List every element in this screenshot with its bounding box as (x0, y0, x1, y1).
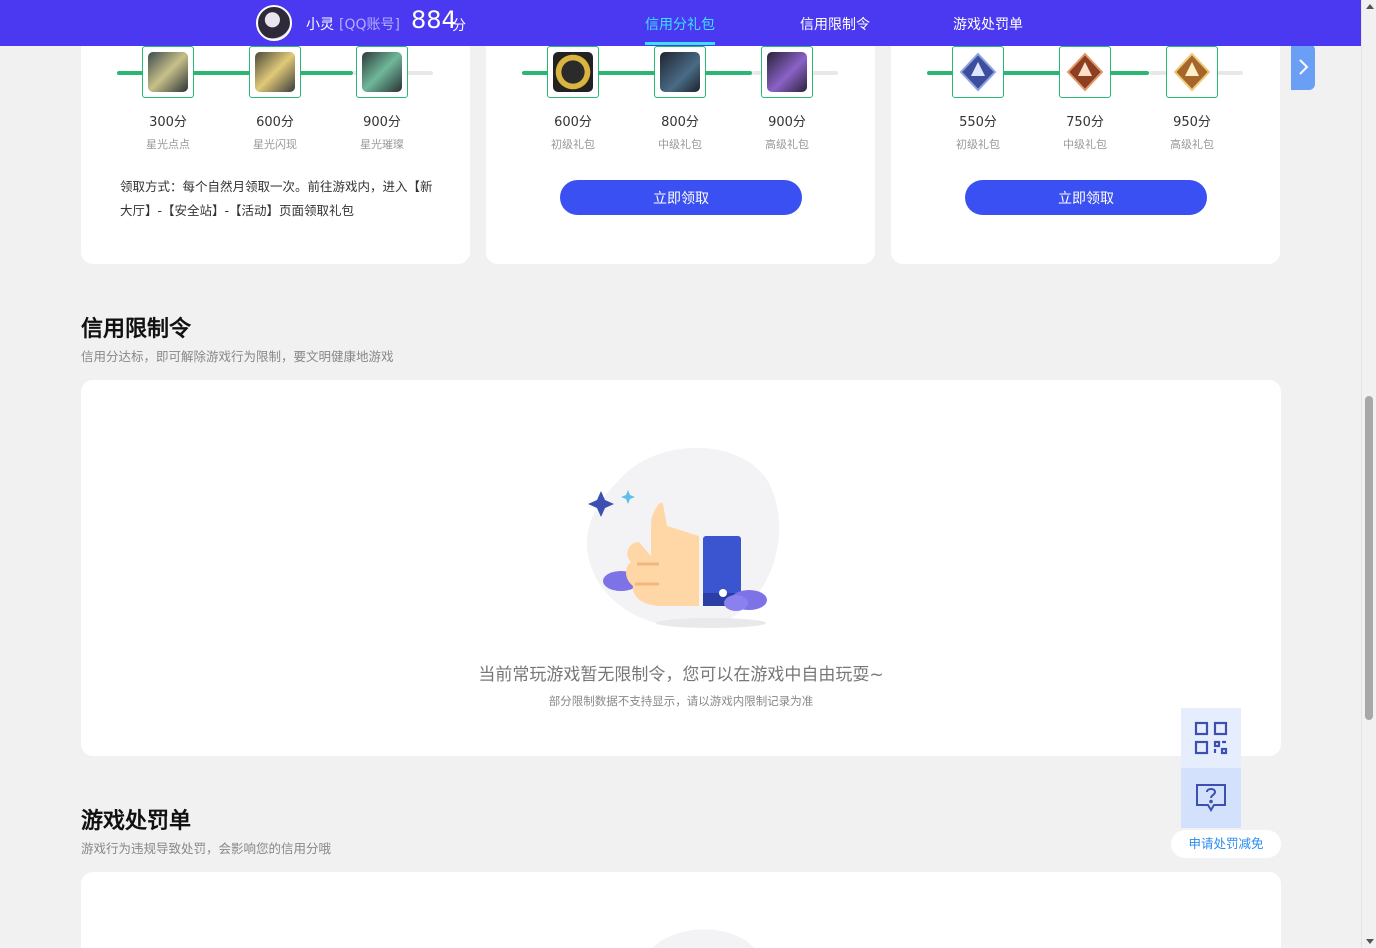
top-nav-bar: 小灵 [QQ账号] 884 分 信用分礼包 信用限制令 游戏处罚单 (0, 0, 1361, 46)
badge-gold-icon (1173, 52, 1211, 92)
badge-bronze-icon (1066, 52, 1104, 92)
restriction-panel: 当前常玩游戏暂无限制令，您可以在游戏中自由玩耍~ 部分限制数据不支持显示，请以游… (81, 380, 1281, 756)
penalty-illustration-partial (652, 929, 754, 948)
section-title-penalty: 游戏处罚单 (81, 809, 192, 834)
tab-restriction[interactable]: 信用限制令 (800, 14, 870, 34)
tier-item[interactable]: 300分 星光点点 (128, 46, 208, 152)
reward-card-gift-pack: 600分 初级礼包 800分 中级礼包 900分 高级礼包 立即领取 (486, 30, 875, 264)
tier-name: 中级礼包 (1063, 138, 1107, 151)
penalty-appeal-button[interactable]: 申请处罚减免 (1171, 830, 1281, 858)
thumbs-up-illustration (586, 447, 780, 628)
tier-score: 600分 (256, 115, 294, 130)
tier-score: 900分 (363, 115, 401, 130)
tab-penalty[interactable]: 游戏处罚单 (953, 14, 1023, 34)
tier-item[interactable]: 900分 高级礼包 (747, 46, 827, 152)
tier-item[interactable]: 600分 初级礼包 (533, 46, 613, 152)
tier-score: 300分 (149, 115, 187, 130)
page-scrollbar[interactable] (1361, 0, 1376, 948)
tier-score: 950分 (1173, 115, 1211, 130)
active-tab-indicator (645, 42, 715, 45)
qr-code-icon (1194, 721, 1228, 755)
tier-name: 初级礼包 (551, 138, 595, 151)
drone-skin-icon (148, 52, 188, 92)
avatar[interactable] (256, 5, 292, 41)
tier-name: 星光璀璨 (360, 138, 404, 151)
tier-name: 初级礼包 (956, 138, 1000, 151)
badge-blue-icon (959, 52, 997, 92)
tab-credit-gift[interactable]: 信用分礼包 (645, 14, 715, 34)
tier-item[interactable]: 750分 中级礼包 (1045, 46, 1125, 152)
qr-code-button[interactable] (1181, 708, 1241, 768)
help-feedback-button[interactable] (1181, 768, 1241, 828)
section-desc-restriction: 信用分达标，即可解除游戏行为限制，要文明健康地游戏 (81, 349, 394, 364)
tier-item[interactable]: 900分 星光璀璨 (342, 46, 422, 152)
tier-item[interactable]: 550分 初级礼包 (938, 46, 1018, 152)
tier-score: 600分 (554, 115, 592, 130)
crate-icon (767, 52, 807, 92)
tier-item[interactable]: 950分 高级礼包 (1152, 46, 1232, 152)
scroll-up-arrow-icon[interactable] (1366, 4, 1374, 9)
empty-state-subtitle: 部分限制数据不支持显示，请以游戏内限制记录为准 (548, 694, 814, 708)
tier-score: 750分 (1066, 115, 1104, 130)
reward-card-badge-pack: 550分 初级礼包 750分 中级礼包 950分 高级礼包 立即领取 (891, 30, 1280, 264)
drone-skin-icon (362, 52, 402, 92)
section-desc-penalty: 游戏行为违规导致处罚，会影响您的信用分哦 (81, 841, 332, 856)
claim-instructions: 领取方式：每个自然月领取一次。前往游戏内，进入【新大厅】-【安全站】-【活动】页… (120, 179, 433, 218)
tier-name: 中级礼包 (658, 138, 702, 151)
tier-name: 高级礼包 (1170, 138, 1214, 151)
claim-button[interactable]: 立即领取 (965, 180, 1207, 215)
account-type: [QQ账号] (339, 17, 400, 33)
xp-card-icon (660, 52, 700, 92)
credit-score: 884 (411, 6, 457, 34)
tier-score: 800分 (661, 115, 699, 130)
empty-state-title: 当前常玩游戏暂无限制令，您可以在游戏中自由玩耍~ (478, 665, 884, 685)
user-name: 小灵 (306, 17, 334, 33)
credit-score-unit: 分 (452, 18, 466, 34)
scroll-thumb[interactable] (1365, 396, 1373, 720)
tier-score: 900分 (768, 115, 806, 130)
reward-card-starlight: 300分 星光点点 600分 星光闪现 900分 星光璀璨 领取方式：每个自然月… (81, 30, 470, 264)
penalty-panel (81, 872, 1281, 948)
coin-icon (553, 52, 593, 92)
tier-name: 星光点点 (146, 138, 190, 151)
chevron-right-icon (1299, 59, 1309, 75)
scroll-down-arrow-icon[interactable] (1366, 939, 1374, 944)
tier-item[interactable]: 800分 中级礼包 (640, 46, 720, 152)
tier-score: 550分 (959, 115, 997, 130)
tier-item[interactable]: 600分 星光闪现 (235, 46, 315, 152)
tier-name: 高级礼包 (765, 138, 809, 151)
carousel-next-button[interactable] (1291, 44, 1315, 90)
question-bubble-icon (1196, 784, 1226, 812)
section-title-restriction: 信用限制令 (81, 317, 192, 342)
claim-button[interactable]: 立即领取 (560, 180, 802, 215)
drone-skin-icon (255, 52, 295, 92)
tier-name: 星光闪现 (253, 138, 297, 151)
